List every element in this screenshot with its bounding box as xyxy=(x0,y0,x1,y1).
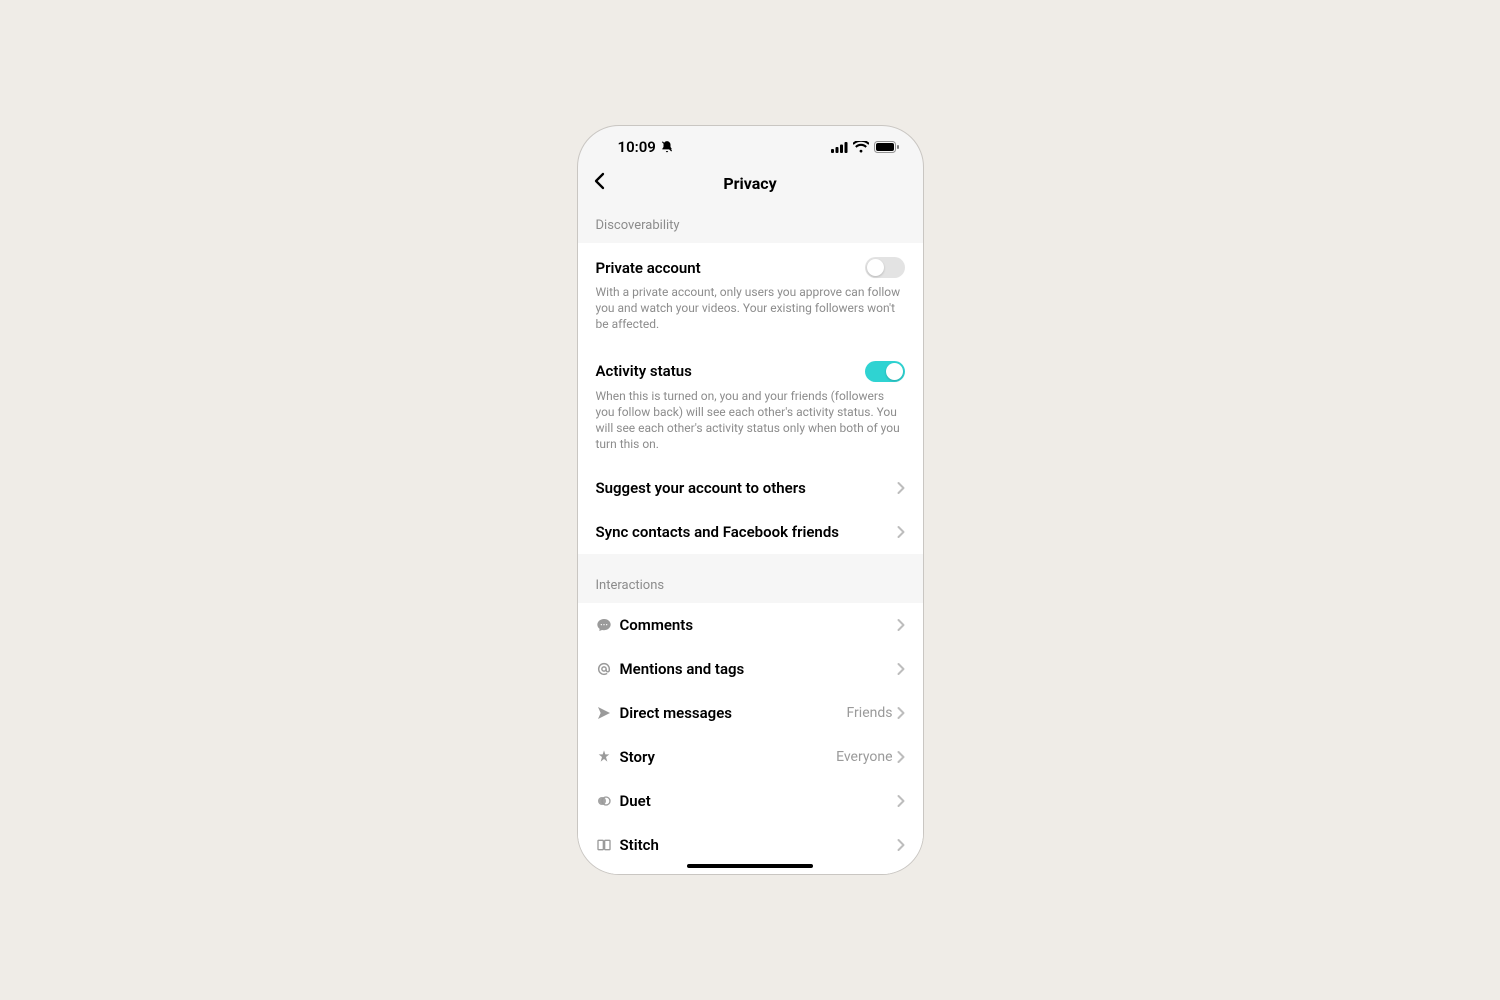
chevron-right-icon xyxy=(897,750,905,764)
silent-bell-icon xyxy=(660,140,674,154)
direct-messages-link[interactable]: Direct messages Friends xyxy=(578,691,923,735)
cellular-icon xyxy=(831,142,848,153)
wifi-icon xyxy=(853,141,869,153)
story-link[interactable]: Story Everyone xyxy=(578,735,923,779)
chevron-right-icon xyxy=(897,706,905,720)
chevron-right-icon xyxy=(897,794,905,808)
duet-icon xyxy=(596,793,620,809)
private-account-label: Private account xyxy=(596,259,701,277)
sync-contacts-label: Sync contacts and Facebook friends xyxy=(596,523,897,541)
comments-link[interactable]: Comments xyxy=(578,603,923,647)
direct-messages-label: Direct messages xyxy=(620,704,847,722)
discoverability-card: Private account With a private account, … xyxy=(578,243,923,554)
send-icon xyxy=(596,705,620,721)
section-header-interactions: Interactions xyxy=(578,554,923,603)
private-account-desc: With a private account, only users you a… xyxy=(596,284,905,333)
interactions-card: Comments Mentions and tags Direct messag… xyxy=(578,603,923,874)
comments-label: Comments xyxy=(620,616,897,634)
at-icon xyxy=(596,661,620,677)
status-time: 10:09 xyxy=(618,138,656,156)
suggest-account-label: Suggest your account to others xyxy=(596,479,897,497)
story-icon xyxy=(596,749,620,765)
chevron-right-icon xyxy=(897,481,905,495)
private-account-setting: Private account With a private account, … xyxy=(578,243,923,347)
chevron-right-icon xyxy=(897,662,905,676)
private-account-toggle[interactable] xyxy=(865,257,905,278)
chevron-right-icon xyxy=(897,525,905,539)
stitch-link[interactable]: Stitch xyxy=(578,823,923,867)
activity-status-desc: When this is turned on, you and your fri… xyxy=(596,388,905,453)
status-bar: 10:09 xyxy=(578,126,923,164)
nav-bar: Privacy xyxy=(578,164,923,202)
home-indicator[interactable] xyxy=(687,864,813,868)
mentions-link[interactable]: Mentions and tags xyxy=(578,647,923,691)
battery-icon xyxy=(874,141,899,153)
sync-contacts-link[interactable]: Sync contacts and Facebook friends xyxy=(578,510,923,554)
direct-messages-value: Friends xyxy=(847,705,893,721)
duet-link[interactable]: Duet xyxy=(578,779,923,823)
back-button[interactable] xyxy=(594,172,605,194)
story-value: Everyone xyxy=(836,749,892,765)
story-label: Story xyxy=(620,748,837,766)
stitch-label: Stitch xyxy=(620,836,897,854)
chevron-right-icon xyxy=(897,618,905,632)
chevron-right-icon xyxy=(897,838,905,852)
page-title: Privacy xyxy=(723,174,776,193)
activity-status-setting: Activity status When this is turned on, … xyxy=(578,347,923,467)
suggest-account-link[interactable]: Suggest your account to others xyxy=(578,466,923,510)
comments-icon xyxy=(596,617,620,633)
stickers-link[interactable]: Stickers Everyone xyxy=(578,867,923,874)
duet-label: Duet xyxy=(620,792,897,810)
section-header-discoverability: Discoverability xyxy=(578,202,923,243)
activity-status-label: Activity status xyxy=(596,362,692,380)
status-right xyxy=(831,141,903,153)
mentions-label: Mentions and tags xyxy=(620,660,897,678)
phone-frame: 10:09 Privacy Discoverability Private ac… xyxy=(577,125,924,875)
activity-status-toggle[interactable] xyxy=(865,361,905,382)
content: Discoverability Private account With a p… xyxy=(578,202,923,874)
stitch-icon xyxy=(596,837,620,853)
status-left: 10:09 xyxy=(618,138,674,156)
